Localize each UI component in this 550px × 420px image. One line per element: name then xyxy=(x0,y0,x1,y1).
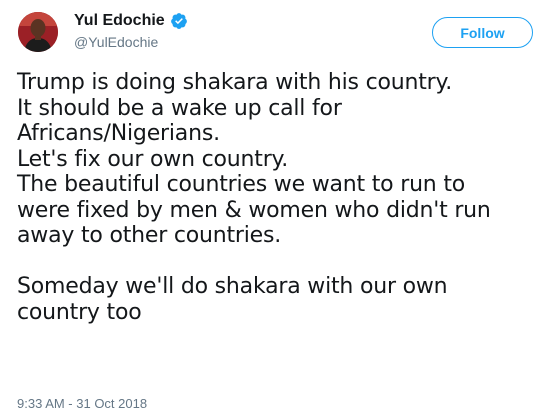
tweet-line: Let's fix our own country. xyxy=(17,146,289,172)
tweet-text: Trump is doing shakara with his country.… xyxy=(17,70,542,325)
tweet-line: Africans/Nigerians. xyxy=(17,121,220,146)
verified-badge-icon xyxy=(170,12,188,30)
user-handle[interactable]: @YulEdochie xyxy=(74,34,188,50)
tweet-line: away to other countries. xyxy=(17,223,282,248)
name-row: Yul Edochie xyxy=(74,10,188,32)
tweet-line: It should be a wake up call for xyxy=(17,95,342,121)
tweet-line: were fixed by men & women who didn't run xyxy=(17,197,491,223)
tweet-line: Trump is doing shakara with his country. xyxy=(17,70,452,95)
tweet-card: Yul Edochie @YulEdochie Follow Trump is … xyxy=(0,0,550,420)
follow-button[interactable]: Follow xyxy=(432,17,533,48)
tweet-line: The beautiful countries we want to run t… xyxy=(17,172,466,197)
tweet-line: Someday we'll do shakara with our own xyxy=(17,274,448,299)
avatar-photo-icon xyxy=(18,12,58,52)
tweet-timestamp[interactable]: 9:33 AM - 31 Oct 2018 xyxy=(17,396,147,411)
author-block: Yul Edochie @YulEdochie xyxy=(74,10,188,50)
display-name[interactable]: Yul Edochie xyxy=(74,12,165,30)
avatar[interactable] xyxy=(18,12,58,52)
tweet-line: country too xyxy=(17,299,142,325)
